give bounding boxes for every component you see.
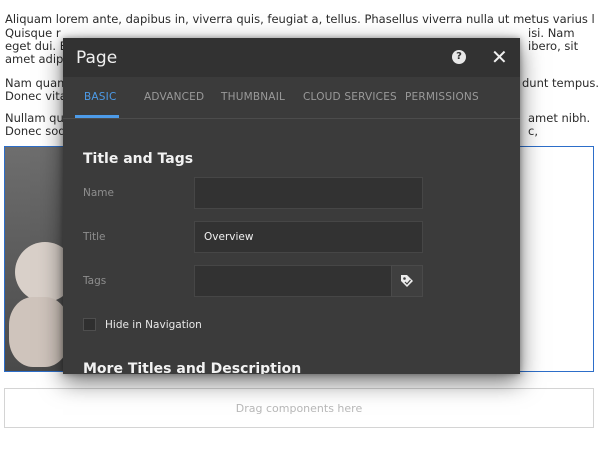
paragraph-fragment: dunt tempus. <box>522 77 598 90</box>
paragraph-fragment: c, <box>528 125 538 138</box>
page-properties-dialog: Page ? ✕ BASIC ADVANCED THUMBNAIL CLOUD … <box>63 38 520 374</box>
help-icon[interactable]: ? <box>452 50 466 64</box>
dialog-header: Page ? ✕ <box>63 38 520 77</box>
tags-field[interactable] <box>194 265 392 297</box>
section-title: Title and Tags <box>83 151 194 167</box>
tab-advanced[interactable]: ADVANCED <box>144 91 204 103</box>
title-field[interactable] <box>194 221 423 253</box>
section-title-more: More Titles and Description <box>83 361 302 374</box>
hide-in-navigation-checkbox[interactable] <box>83 318 96 331</box>
name-label: Name <box>83 187 114 199</box>
tab-basic[interactable]: BASIC <box>84 91 116 103</box>
paragraph-fragment: amet nibh. <box>528 112 591 125</box>
tab-thumbnail[interactable]: THUMBNAIL <box>221 91 285 103</box>
tab-permissions[interactable]: PERMISSIONS <box>405 91 479 103</box>
drag-components-dropzone[interactable]: Drag components here <box>4 388 594 428</box>
active-tab-indicator <box>75 115 119 118</box>
dialog-title: Page <box>76 48 118 68</box>
paragraph-line: Aliquam lorem ante, dapibus in, viverra … <box>5 13 595 26</box>
hand-photo <box>5 147 75 371</box>
close-icon[interactable]: ✕ <box>491 46 508 68</box>
paragraph-fragment: ibero, sit <box>528 40 579 53</box>
tab-bar: BASIC ADVANCED THUMBNAIL CLOUD SERVICES … <box>63 77 520 119</box>
paragraph-fragment: isi. Nam <box>528 27 575 40</box>
tab-cloud-services[interactable]: CLOUD SERVICES <box>303 91 397 103</box>
dropzone-label: Drag components here <box>235 401 363 415</box>
title-label: Title <box>83 231 106 243</box>
tag-icon <box>401 275 413 287</box>
hide-in-navigation-label[interactable]: Hide in Navigation <box>105 319 202 331</box>
finger-shape <box>9 297 69 367</box>
tag-picker-button[interactable] <box>391 265 423 297</box>
name-field[interactable] <box>194 177 423 209</box>
tags-label: Tags <box>83 275 107 287</box>
